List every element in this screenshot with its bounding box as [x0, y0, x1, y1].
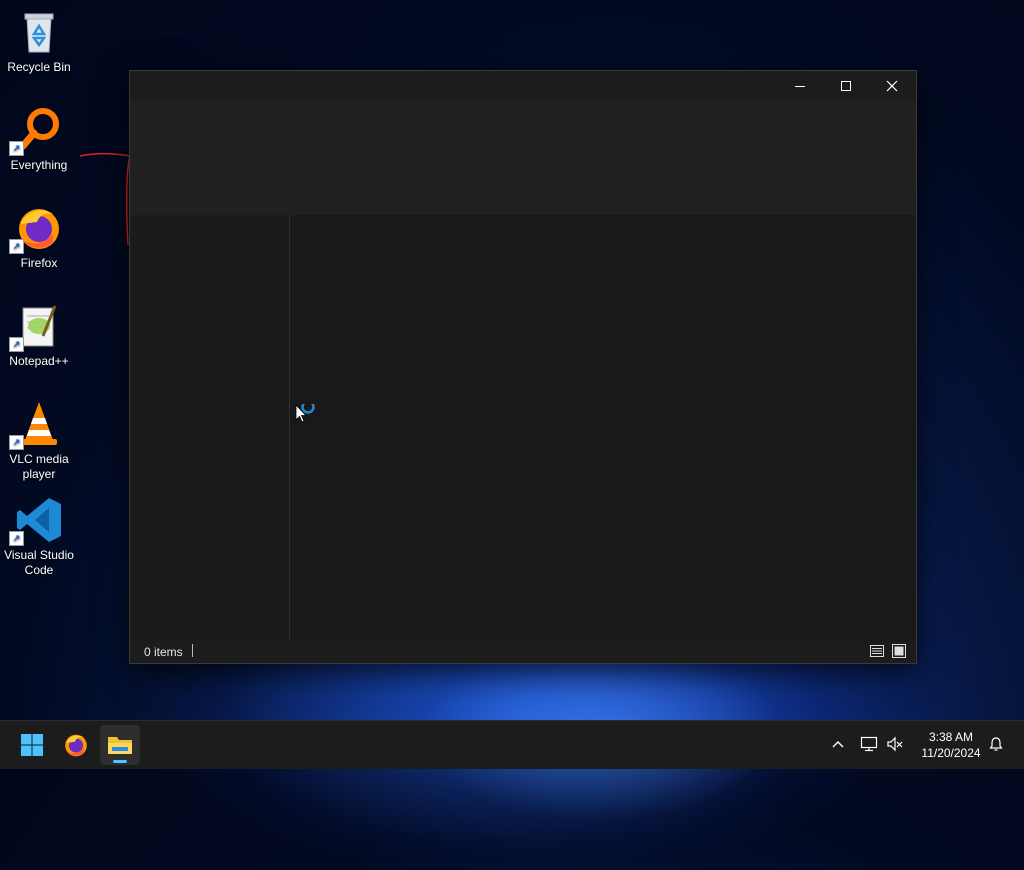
- desktop-icon-label: Everything: [10, 158, 68, 172]
- firefox-icon: [65, 734, 87, 757]
- large-icons-view-icon: [892, 644, 906, 658]
- taskbar-file-explorer-button[interactable]: [100, 725, 140, 765]
- desktop-icon-vscode[interactable]: ↗ Visual Studio Code: [2, 496, 76, 578]
- everything-search-icon: ↗: [9, 106, 63, 156]
- desktop-icon-notepad-plus-plus[interactable]: ↗ Notepad++: [2, 302, 76, 369]
- taskbar: 3:38 AM 11/20/2024: [0, 720, 1024, 769]
- active-app-indicator: [113, 760, 127, 763]
- file-list-pane[interactable]: [290, 215, 916, 641]
- close-button[interactable]: [869, 71, 915, 101]
- desktop-icon-label: Firefox: [20, 256, 58, 270]
- status-separator: [192, 644, 193, 657]
- shortcut-arrow-icon: ↗: [9, 141, 24, 156]
- desktop-icon-label: Recycle Bin: [7, 60, 71, 74]
- shortcut-arrow-icon: ↗: [9, 239, 24, 254]
- minimize-icon: [795, 86, 805, 87]
- vscode-icon: ↗: [9, 496, 63, 546]
- chevron-up-icon: [832, 741, 844, 748]
- windows-start-icon: [21, 734, 43, 756]
- status-bar: 0 items: [130, 641, 916, 663]
- desktop-icon-recycle-bin[interactable]: Recycle Bin: [2, 8, 76, 75]
- vlc-icon: ↗: [9, 400, 63, 450]
- details-view-button[interactable]: [869, 643, 885, 659]
- firefox-icon: ↗: [9, 204, 63, 254]
- file-explorer-window[interactable]: 0 items: [129, 70, 917, 664]
- network-button[interactable]: [860, 735, 878, 753]
- maximize-icon: [841, 81, 851, 91]
- minimize-button[interactable]: [777, 71, 823, 101]
- taskbar-firefox-button[interactable]: [56, 725, 96, 765]
- notification-button[interactable]: [987, 735, 1005, 753]
- desktop-icon-vlc[interactable]: ↗ VLC media player: [2, 400, 76, 482]
- system-clock[interactable]: 3:38 AM 11/20/2024: [916, 729, 986, 761]
- shortcut-arrow-icon: ↗: [9, 531, 24, 546]
- recycle-bin-icon: [15, 8, 63, 56]
- details-view-icon: [870, 645, 884, 657]
- clock-date: 11/20/2024: [921, 746, 981, 760]
- notepad-plus-plus-icon: ↗: [9, 302, 63, 352]
- item-count: 0 items: [144, 645, 183, 659]
- show-hidden-icons-button[interactable]: [829, 735, 847, 753]
- clock-time: 3:38 AM: [928, 730, 974, 744]
- toolbar-area: [130, 101, 916, 215]
- desktop-icon-label: VLC media player: [9, 452, 69, 481]
- maximize-button[interactable]: [823, 71, 869, 101]
- notification-bell-icon: [989, 737, 1003, 751]
- window-titlebar[interactable]: [130, 71, 916, 101]
- start-button[interactable]: [12, 725, 52, 765]
- close-icon: [886, 80, 898, 92]
- large-icons-view-button[interactable]: [891, 643, 907, 659]
- desktop-icon-label: Notepad++: [9, 354, 69, 368]
- volume-button[interactable]: [886, 735, 904, 753]
- file-explorer-icon: [108, 737, 132, 754]
- desktop-icon-everything[interactable]: ↗ Everything: [2, 106, 76, 173]
- volume-muted-icon: [887, 736, 903, 752]
- desktop-icon-firefox[interactable]: ↗ Firefox: [2, 204, 76, 271]
- network-icon: [860, 736, 878, 752]
- navigation-pane[interactable]: [130, 215, 290, 641]
- desktop-icon-label: Visual Studio Code: [4, 548, 74, 577]
- busy-cursor-icon: [295, 404, 315, 423]
- shortcut-arrow-icon: ↗: [9, 435, 24, 450]
- shortcut-arrow-icon: ↗: [9, 337, 24, 352]
